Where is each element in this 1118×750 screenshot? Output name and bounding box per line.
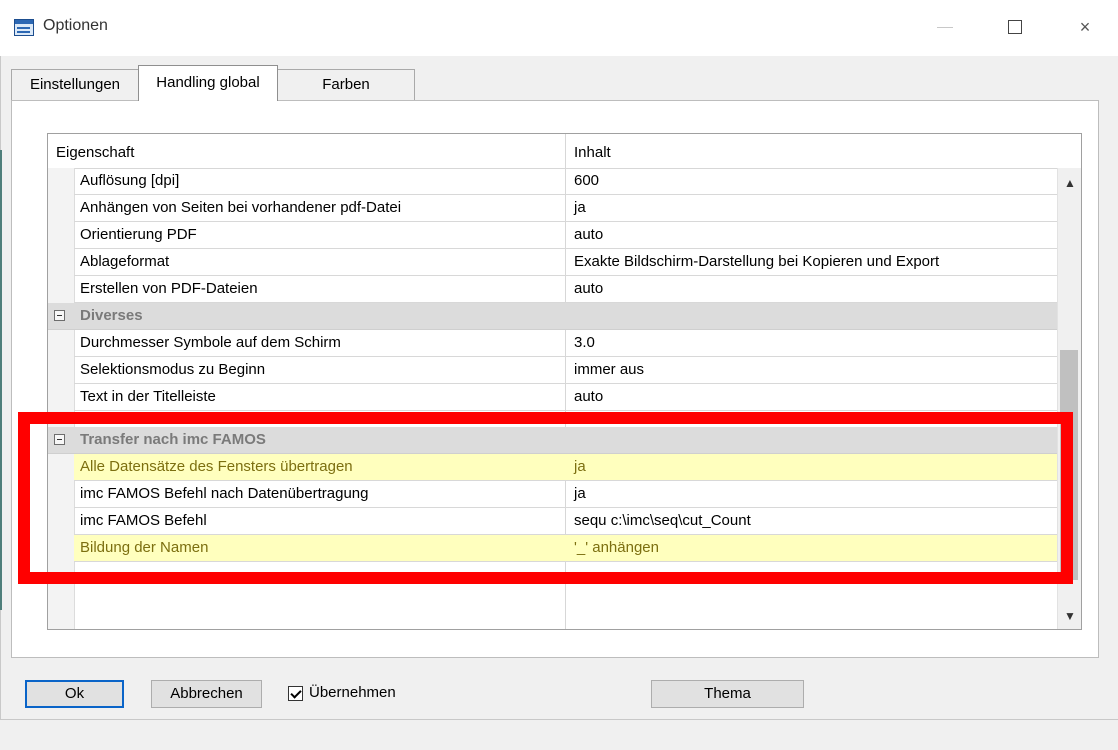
red-annotation-box	[18, 412, 1073, 584]
column-header-inhalt: Inhalt	[574, 144, 611, 161]
grid-row-text-titelleiste[interactable]: Text in der Titelleiste auto	[74, 384, 1057, 411]
grid-row-anhaengen-seiten[interactable]: Anhängen von Seiten bei vorhandener pdf-…	[74, 195, 1057, 222]
property-value[interactable]: auto	[574, 280, 603, 297]
status-bar	[0, 719, 1118, 750]
property-name: Text in der Titelleiste	[80, 388, 216, 405]
tab-einstellungen[interactable]: Einstellungen	[11, 69, 139, 100]
property-value[interactable]: auto	[574, 226, 603, 243]
category-label: Diverses	[80, 307, 143, 324]
theme-button[interactable]: Thema	[651, 680, 804, 708]
property-name: Selektionsmodus zu Beginn	[80, 361, 266, 378]
grid-header: Eigenschaft Inhalt	[48, 134, 1057, 169]
ok-button[interactable]: Ok	[25, 680, 124, 708]
app-icon	[14, 19, 34, 36]
grid-row-ablageformat[interactable]: Ablageformat Exakte Bildschirm-Darstellun…	[74, 249, 1057, 276]
property-value[interactable]: immer aus	[574, 361, 644, 378]
property-value[interactable]: 600	[574, 172, 599, 189]
apply-checkbox-label[interactable]: Übernehmen	[309, 684, 396, 701]
tab-strip: Einstellungen Handling global Farben	[11, 65, 431, 101]
column-header-eigenschaft: Eigenschaft	[56, 144, 135, 161]
property-name: Orientierung PDF	[80, 226, 197, 243]
grid-row-orientierung-pdf[interactable]: Orientierung PDF auto	[74, 222, 1057, 249]
property-value[interactable]: ja	[574, 199, 586, 216]
scroll-up-icon[interactable]: ▲	[1063, 176, 1077, 190]
maximize-button[interactable]	[995, 12, 1035, 42]
category-row-diverses[interactable]: Diverses	[48, 303, 1057, 330]
property-value[interactable]: Exakte Bildschirm-Darstellung bei Kopier…	[574, 253, 939, 270]
property-value[interactable]: 3.0	[574, 334, 595, 351]
property-name: Ablageformat	[80, 253, 170, 270]
grid-row-erstellen-pdf[interactable]: Erstellen von PDF-Dateien auto	[74, 276, 1057, 303]
apply-checkbox[interactable]	[288, 686, 303, 701]
window-title: Optionen	[43, 17, 108, 34]
collapse-icon[interactable]	[54, 310, 65, 321]
grid-row-durchmesser-symbole[interactable]: Durchmesser Symbole auf dem Schirm 3.0	[74, 330, 1057, 357]
property-name: Auflösung [dpi]	[80, 172, 180, 189]
grid-row-selektionsmodus[interactable]: Selektionsmodus zu Beginn immer aus	[74, 357, 1057, 384]
window-titlebar: Optionen ×	[0, 0, 1118, 56]
background-edge-strip	[0, 150, 2, 610]
property-name: Anhängen von Seiten bei vorhandener pdf-…	[80, 199, 402, 216]
minimize-button[interactable]	[925, 12, 965, 42]
tab-handling-global[interactable]: Handling global	[138, 65, 278, 101]
scroll-down-icon[interactable]: ▼	[1063, 609, 1077, 623]
property-name: Durchmesser Symbole auf dem Schirm	[80, 334, 341, 351]
property-name: Erstellen von PDF-Dateien	[80, 280, 258, 297]
cancel-button[interactable]: Abbrechen	[151, 680, 262, 708]
close-icon: ×	[1079, 17, 1091, 37]
property-value[interactable]: auto	[574, 388, 603, 405]
close-button[interactable]: ×	[1065, 12, 1105, 42]
minimize-icon	[937, 27, 953, 28]
maximize-icon	[1008, 20, 1022, 34]
grid-row-aufloesung[interactable]: Auflösung [dpi] 600	[74, 168, 1057, 195]
tab-farben[interactable]: Farben	[277, 69, 415, 100]
